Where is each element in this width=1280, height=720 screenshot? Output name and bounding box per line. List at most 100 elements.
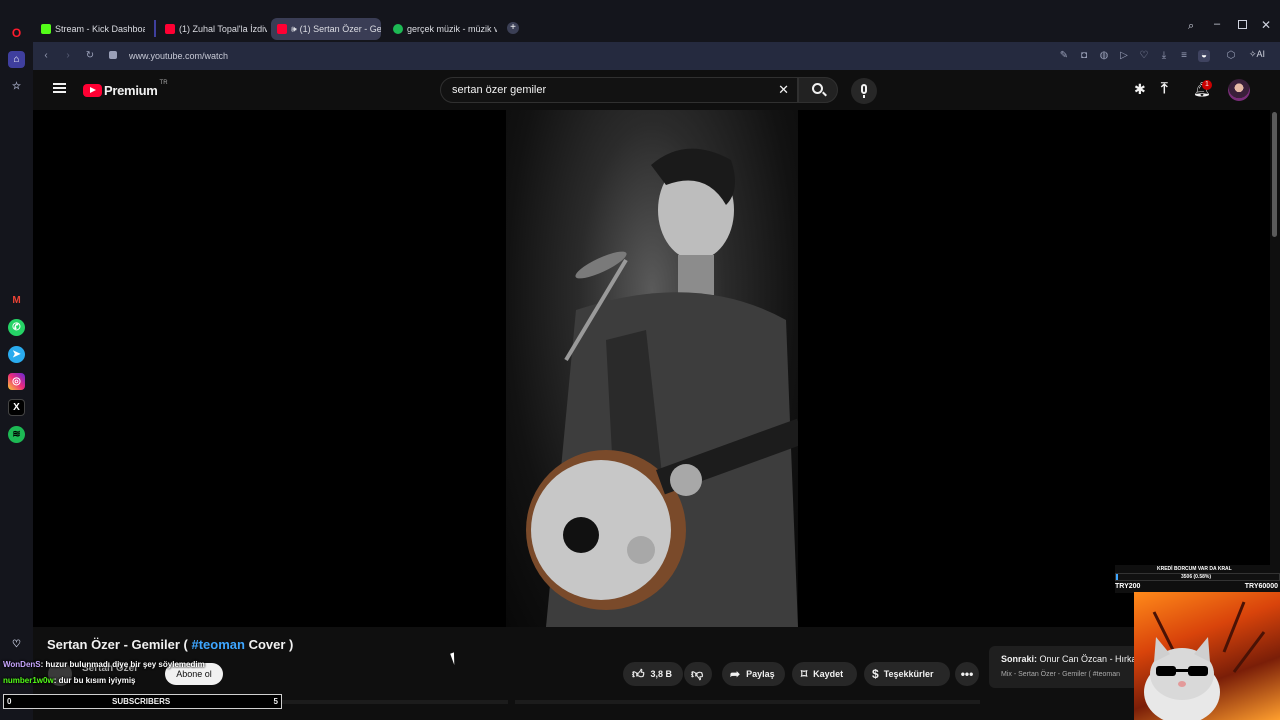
gmail-icon[interactable]: M (8, 292, 25, 309)
avatar[interactable] (1228, 79, 1250, 101)
subscribe-label: Abone ol (176, 669, 212, 679)
ai-icon: ✧ (1249, 49, 1257, 59)
video-player[interactable] (33, 110, 1270, 627)
donation-progress-fill (1116, 574, 1118, 580)
title-suffix: Cover ) (244, 637, 294, 652)
close-window-icon[interactable]: ✕ (1261, 18, 1271, 32)
subscribers-left-count: 0 (7, 697, 12, 706)
youtube-logo[interactable]: Premium TR (83, 80, 168, 98)
back-icon[interactable]: ‹ (40, 50, 52, 62)
logo-text: Premium (104, 82, 158, 98)
microphone-icon (861, 84, 867, 94)
share-button[interactable]: ➦ Paylaş (722, 662, 785, 686)
lock-icon (109, 51, 117, 59)
logo-region: TR (159, 80, 168, 86)
minimize-icon[interactable]: – (1214, 18, 1220, 30)
more-horizontal-icon: ••• (960, 667, 974, 681)
save-button[interactable]: ⌑ Kaydet (792, 662, 857, 686)
restore-icon[interactable] (1238, 20, 1247, 29)
scrollbar-thumb[interactable] (1272, 112, 1277, 237)
spotify-icon[interactable]: ≋ (8, 426, 25, 443)
tab-bar: Stream - Kick Dashboard (1) Zuhal Topal'… (33, 14, 1280, 42)
search-button[interactable] (798, 77, 838, 103)
like-count: 3,8 B (650, 669, 673, 679)
mouse-cursor-icon (450, 650, 462, 666)
like-button[interactable]: 👍︎ 3,8 B (623, 662, 683, 686)
forward-icon[interactable]: › (62, 50, 74, 62)
webcam-overlay (1134, 592, 1280, 720)
subscribers-label: SUBSCRIBERS (112, 697, 171, 706)
window-top-strip (0, 0, 1280, 14)
share-label: Paylaş (746, 669, 775, 679)
reload-icon[interactable]: ↻ (84, 50, 96, 62)
whatsapp-icon[interactable]: ✆ (8, 319, 25, 336)
youtube-favicon-icon (277, 24, 287, 34)
bookmark-icon: ⌑ (801, 667, 808, 681)
search-query: sertan özer gemiler (452, 84, 547, 96)
camera-icon[interactable]: ◘ (1078, 50, 1090, 62)
tab-sertan-ozer[interactable]: 🕪 (1) Sertan Özer - Gem (271, 18, 381, 40)
notification-badge: 1 (1202, 80, 1212, 90)
tab-gercek-muzik[interactable]: gerçek müzik - müzik ve ş (387, 18, 497, 40)
save-label: Kaydet (813, 669, 844, 679)
ai-label: AI (1256, 49, 1266, 59)
upload-icon[interactable]: ⤒ (1161, 80, 1168, 97)
title-prefix: Sertan Özer - Gemiler ( (47, 637, 192, 652)
chat-message: WonDenS: huzur bulunmadı diye bir şey sö… (3, 660, 205, 669)
hamburger-menu-icon[interactable] (53, 83, 66, 93)
menu-list-icon[interactable]: ≡ (1178, 50, 1190, 62)
tab-label: Stream - Kick Dashboard (55, 24, 145, 34)
clear-search-icon[interactable]: ✕ (778, 78, 789, 102)
account-icon[interactable]: ◒ (1198, 50, 1210, 62)
up-next-card[interactable]: Sonraki: Onur Can Özcan - Hırka Mix - Se… (989, 646, 1139, 688)
search-input[interactable]: sertan özer gemiler ✕ (440, 77, 798, 103)
bookmark-star-icon[interactable]: ☆ (8, 78, 25, 95)
heart-icon[interactable]: ♡ (8, 636, 25, 653)
tab-kick-dashboard[interactable]: Stream - Kick Dashboard (35, 18, 145, 40)
x-twitter-icon[interactable]: X (8, 399, 25, 416)
edit-icon[interactable]: ✎ (1058, 50, 1070, 62)
subscribers-goal-bar: 0 SUBSCRIBERS 5 (3, 694, 282, 709)
tab-label: (1) Sertan Özer - Gem (299, 24, 381, 34)
video-frame (506, 110, 798, 627)
thanks-label: Teşekkürler (883, 669, 934, 679)
chat-text: : dur bu kısım iyiymiş (53, 676, 136, 685)
spotify-favicon-icon (393, 24, 403, 34)
hashtag-link[interactable]: #teoman (192, 637, 245, 652)
telegram-icon[interactable]: ➤ (8, 346, 25, 363)
share-icon: ➦ (730, 667, 741, 681)
opera-logo-icon[interactable]: O (8, 24, 25, 41)
tab-divider (154, 20, 156, 37)
play-icon[interactable]: ▷ (1118, 50, 1130, 62)
new-tab-plus-icon[interactable]: + (507, 22, 519, 34)
dislike-button[interactable]: 👎︎ (684, 662, 712, 686)
voice-search-button[interactable] (851, 78, 877, 104)
tab-zuhal-topal[interactable]: (1) Zuhal Topal'la İzdivaç (159, 18, 267, 40)
next-prefix: Sonraki: (1001, 654, 1038, 664)
tab-search-icon[interactable]: ⌕ (1188, 20, 1194, 33)
vpn-icon[interactable]: ◍ (1098, 50, 1110, 62)
donation-goal-widget: KREDİ BORCUM VAR DA KRAL 3506 (0.58%) TR… (1115, 565, 1280, 593)
lower-divider-right (515, 700, 980, 704)
speaker-icon: 🕪 (291, 23, 297, 34)
kick-favicon-icon (41, 24, 51, 34)
cat-with-sunglasses-illustration (1144, 601, 1266, 720)
extension-icon[interactable]: ⬡ (1225, 50, 1237, 62)
create-icon[interactable]: ✱ (1134, 81, 1146, 98)
url-field[interactable]: www.youtube.com/watch (109, 46, 1043, 66)
instagram-icon[interactable]: ◎ (8, 373, 25, 390)
chat-user: number1w0w (3, 676, 54, 685)
opera-sidebar: O ⌂ ☆ M ✆ ➤ ◎ X ≋ ♡ (0, 0, 33, 720)
guitarist-illustration (526, 148, 798, 627)
favorite-heart-icon[interactable]: ♡ (1138, 50, 1150, 62)
ai-button[interactable]: ✧AI (1249, 49, 1265, 60)
thumbs-down-icon: 👎︎ (691, 666, 704, 681)
address-bar-row: ‹ › ↻ www.youtube.com/watch ✎ ◘ ◍ ▷ ♡ ⤓ … (33, 42, 1280, 70)
donation-title: KREDİ BORCUM VAR DA KRAL (1157, 566, 1232, 572)
thanks-button[interactable]: $ Teşekkürler (864, 662, 950, 686)
more-actions-button[interactable]: ••• (955, 662, 979, 686)
download-icon[interactable]: ⤓ (1158, 50, 1170, 62)
thumbs-up-icon: 👍︎ (632, 666, 645, 681)
youtube-play-logo-icon (83, 83, 102, 97)
home-icon[interactable]: ⌂ (8, 51, 25, 68)
